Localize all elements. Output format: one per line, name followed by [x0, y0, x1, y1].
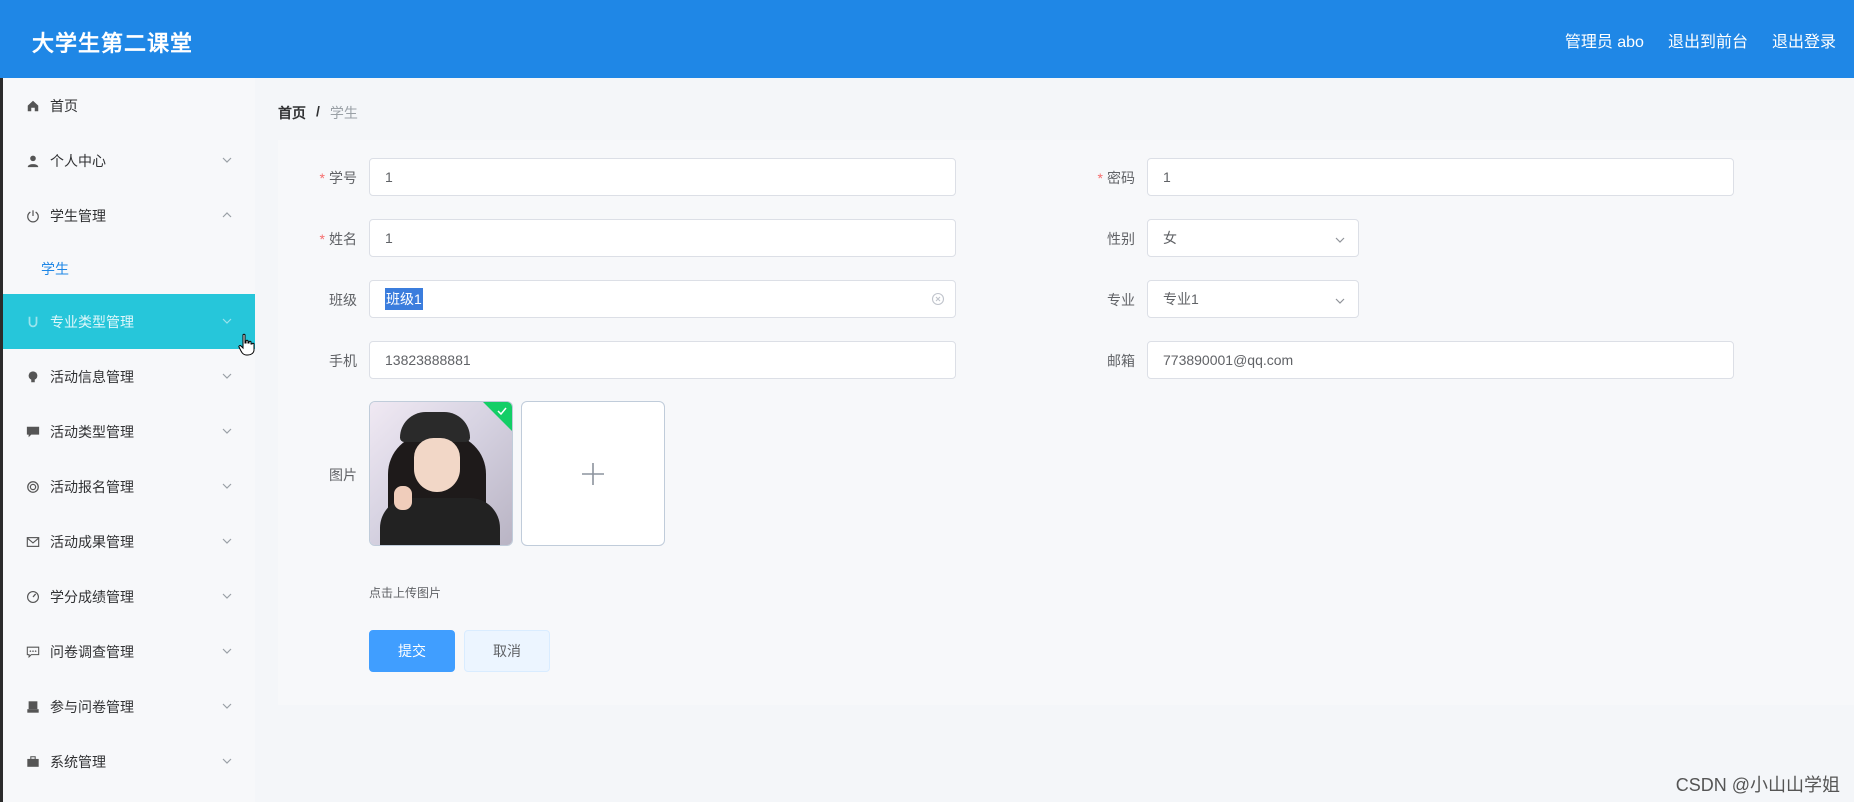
chevron-down-icon — [221, 153, 233, 165]
printer-icon — [25, 699, 41, 715]
name-input[interactable]: 1 — [369, 219, 956, 257]
upload-add-button[interactable] — [521, 401, 665, 546]
phone-input[interactable]: 13823888881 — [369, 341, 956, 379]
watermark: CSDN @小山山学姐 — [1675, 775, 1840, 795]
class-label: 班级 — [329, 292, 357, 308]
image-label: 图片 — [329, 467, 357, 483]
chat-icon — [25, 644, 41, 660]
breadcrumb-separator: / — [316, 103, 320, 119]
sidebar-item-label: 专业类型管理 — [50, 313, 134, 330]
chevron-down-icon — [221, 479, 233, 491]
gender-label: 性别 — [1107, 231, 1135, 247]
sidebar-item-label: 学生 — [41, 260, 69, 277]
chevron-down-icon — [221, 314, 233, 326]
sidebar-item-label: 活动报名管理 — [50, 478, 134, 495]
sidebar-item-activity-type-management[interactable]: 活动类型管理 — [3, 404, 255, 459]
magnet-icon — [25, 314, 41, 330]
email-input[interactable]: 773890001@qq.com — [1147, 341, 1734, 379]
sidebar-item-label: 活动信息管理 — [50, 368, 134, 385]
sidebar-item-label: 学生管理 — [50, 207, 106, 224]
sidebar-item-system-management[interactable]: 系统管理 — [3, 734, 255, 789]
chevron-up-icon — [221, 208, 233, 220]
upload-tip: 点击上传图片 — [369, 586, 442, 600]
chevron-down-icon — [221, 589, 233, 601]
plus-icon — [582, 462, 604, 485]
briefcase-icon — [25, 754, 41, 770]
chevron-down-icon — [221, 369, 233, 381]
sidebar-item-activity-signup-management[interactable]: 活动报名管理 — [3, 459, 255, 514]
top-header: 大学生第二课堂 管理员 abo 退出到前台 退出登录 — [0, 0, 1854, 78]
major-label: 专业 — [1107, 292, 1135, 308]
hand-cursor-icon — [238, 333, 255, 356]
breadcrumb-home[interactable]: 首页 — [278, 103, 306, 123]
sidebar-item-personal-center[interactable]: 个人中心 — [3, 133, 255, 188]
gauge-icon — [25, 589, 41, 605]
admin-label: 管理员 abo — [1564, 34, 1644, 51]
breadcrumb-current: 学生 — [329, 105, 358, 121]
check-icon — [496, 404, 508, 416]
header-actions: 管理员 abo 退出到前台 退出登录 — [1565, 28, 1836, 52]
sidebar-item-label: 活动类型管理 — [50, 423, 134, 440]
student-no-input[interactable]: 1 — [369, 158, 956, 196]
home-icon — [25, 98, 41, 114]
sidebar-item-label: 活动成果管理 — [50, 533, 134, 550]
sidebar: 首页 个人中心 学生管理 学生 专业类型管理 活动信息管理 活动类型管理 活动报… — [0, 78, 255, 802]
cancel-button[interactable]: 取消 — [464, 630, 550, 672]
message-icon — [25, 424, 41, 440]
sidebar-item-home[interactable]: 首页 — [3, 78, 255, 133]
clear-circle-icon[interactable] — [931, 292, 945, 306]
breadcrumb: 首页 / 学生 — [278, 103, 358, 123]
sidebar-item-label: 首页 — [50, 97, 78, 114]
sidebar-item-questionnaire-management[interactable]: 问卷调查管理 — [3, 624, 255, 679]
sidebar-item-label: 学分成绩管理 — [50, 588, 134, 605]
sidebar-item-label: 个人中心 — [50, 152, 106, 169]
exit-to-front-link[interactable]: 退出到前台 — [1668, 28, 1748, 52]
uploaded-image-thumbnail[interactable] — [369, 401, 513, 546]
sidebar-item-major-type-management[interactable]: 专业类型管理 — [3, 294, 255, 349]
sidebar-item-label: 参与问卷管理 — [50, 698, 134, 715]
sidebar-item-credit-score-management[interactable]: 学分成绩管理 — [3, 569, 255, 624]
gender-select[interactable]: 女 — [1147, 219, 1359, 257]
chevron-down-icon — [1334, 294, 1346, 306]
chevron-down-icon — [221, 644, 233, 656]
phone-label: 手机 — [329, 353, 357, 369]
chevron-down-icon — [221, 534, 233, 546]
chevron-down-icon — [1334, 233, 1346, 245]
sidebar-item-student-management[interactable]: 学生管理 — [3, 188, 255, 243]
ring-icon — [25, 479, 41, 495]
sidebar-item-activity-result-management[interactable]: 活动成果管理 — [3, 514, 255, 569]
class-input[interactable]: 班级1 — [369, 280, 956, 318]
sidebar-item-label: 问卷调查管理 — [50, 643, 134, 660]
password-input[interactable]: 1 — [1147, 158, 1734, 196]
logout-link[interactable]: 退出登录 — [1772, 28, 1836, 52]
user-icon — [25, 153, 41, 169]
sidebar-item-label: 系统管理 — [50, 753, 106, 770]
submit-button[interactable]: 提交 — [369, 630, 455, 672]
mail-icon — [25, 534, 41, 550]
power-icon — [25, 208, 41, 224]
sidebar-item-participate-questionnaire-management[interactable]: 参与问卷管理 — [3, 679, 255, 734]
student-no-label: * 学号 — [319, 170, 357, 186]
chevron-down-icon — [221, 424, 233, 436]
major-select[interactable]: 专业1 — [1147, 280, 1359, 318]
name-label: * 姓名 — [319, 231, 357, 247]
bulb-icon — [25, 369, 41, 385]
password-label: * 密码 — [1097, 170, 1135, 186]
sidebar-subitem-student[interactable]: 学生 — [3, 243, 255, 294]
app-title: 大学生第二课堂 — [32, 31, 194, 56]
sidebar-item-activity-info-management[interactable]: 活动信息管理 — [3, 349, 255, 404]
chevron-down-icon — [221, 754, 233, 766]
email-label: 邮箱 — [1107, 353, 1135, 369]
chevron-down-icon — [221, 699, 233, 711]
